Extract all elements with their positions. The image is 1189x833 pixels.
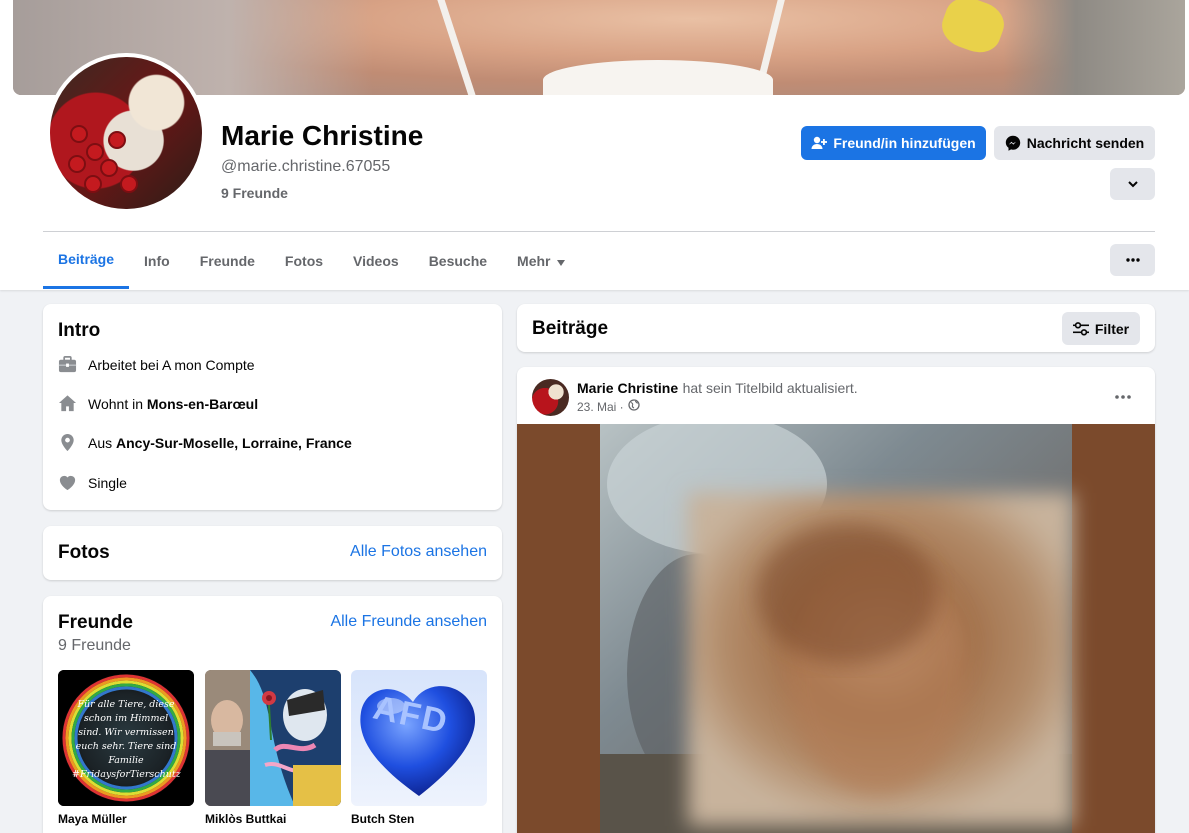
intro-card: Intro Arbeitet bei A mon Compte Wohnt in…: [43, 304, 502, 510]
intro-from: Aus Ancy-Sur-Moselle, Lorraine, France: [58, 433, 352, 452]
add-friend-icon: [811, 135, 828, 151]
friends-count: 9 Freunde: [58, 637, 131, 654]
post-author-avatar[interactable]: [532, 379, 569, 416]
friend-tile[interactable]: AFD Butch Sten: [351, 670, 487, 826]
tab-videos[interactable]: Videos: [338, 232, 414, 289]
tab-fotos[interactable]: Fotos: [270, 232, 338, 289]
intro-relationship: Single: [58, 473, 127, 492]
posts-header-card: Beiträge Filter: [517, 304, 1155, 352]
intro-relationship-text: Single: [88, 474, 127, 491]
post-header-line: Marie Christine hat sein Titelbild aktua…: [577, 380, 858, 398]
photos-title: Fotos: [58, 542, 110, 563]
filter-button[interactable]: Filter: [1062, 312, 1140, 345]
tab-info[interactable]: Info: [129, 232, 185, 289]
location-pin-icon: [58, 433, 77, 452]
intro-home: Wohnt in Mons-en-Barœul: [58, 394, 258, 413]
post-image[interactable]: [517, 424, 1155, 833]
briefcase-icon: [58, 355, 77, 374]
post-card: Marie Christine hat sein Titelbild aktua…: [517, 367, 1155, 833]
add-friend-button[interactable]: Freund/in hinzufügen: [801, 126, 986, 160]
profile-header: Marie Christine @marie.christine.67055 9…: [0, 0, 1189, 290]
profile-avatar[interactable]: [46, 53, 206, 213]
heart-icon: [58, 473, 77, 492]
filter-label: Filter: [1094, 320, 1130, 337]
friend-tile[interactable]: Für alle Tiere, diese schon im Himmel si…: [58, 670, 194, 826]
chevron-down-icon: [1127, 178, 1139, 190]
blue-heart-image: [351, 670, 487, 806]
tab-mehr[interactable]: Mehr: [502, 232, 579, 289]
profile-friends-count[interactable]: 9 Freunde: [221, 185, 288, 201]
friend-photo-caption: Für alle Tiere, diese schon im Himmel si…: [72, 699, 181, 780]
more-dots-icon: [1125, 258, 1140, 262]
tab-freunde[interactable]: Freunde: [185, 232, 270, 289]
painting-image: [205, 670, 341, 806]
friend-name[interactable]: Maya Müller: [58, 812, 194, 826]
cover-photo-image: [517, 424, 1155, 833]
tab-beitraege[interactable]: Beiträge: [43, 232, 130, 289]
caret-down-icon: [556, 253, 565, 269]
more-dots-icon: [1115, 386, 1131, 404]
send-message-label: Nachricht senden: [1026, 135, 1145, 151]
intro-home-prefix: Wohnt in: [88, 395, 147, 412]
friend-photo[interactable]: [205, 670, 341, 806]
post-author-name[interactable]: Marie Christine: [577, 380, 678, 396]
messenger-icon: [1005, 135, 1021, 151]
profile-handle: @marie.christine.67055: [221, 158, 391, 175]
profile-tabs: Beiträge Info Freunde Fotos Videos Besuc…: [43, 232, 580, 289]
friend-photo[interactable]: Für alle Tiere, diese schon im Himmel si…: [58, 670, 194, 806]
friend-name[interactable]: Butch Sten: [351, 812, 487, 826]
all-friends-link[interactable]: Alle Freunde ansehen: [330, 613, 487, 631]
post-meta: 23. Mai ·: [577, 399, 640, 414]
intro-title: Intro: [58, 320, 101, 341]
profile-options-dropdown-button[interactable]: [1110, 168, 1155, 200]
photos-card: Fotos Alle Fotos ansehen: [43, 526, 502, 580]
friend-tile[interactable]: Miklòs Buttkai: [205, 670, 341, 826]
post-date[interactable]: 23. Mai ·: [577, 400, 624, 414]
send-message-button[interactable]: Nachricht senden: [994, 126, 1155, 160]
home-icon: [58, 394, 77, 413]
cover-photo[interactable]: [13, 0, 1185, 95]
globe-icon: [628, 399, 640, 414]
intro-work: Arbeitet bei A mon Compte: [58, 355, 255, 374]
profile-name: Marie Christine: [221, 120, 424, 151]
intro-work-text: Arbeitet bei A mon Compte: [88, 356, 255, 373]
add-friend-label: Freund/in hinzufügen: [833, 135, 976, 151]
more-options-button[interactable]: [1110, 244, 1155, 276]
friend-photo[interactable]: AFD: [351, 670, 487, 806]
intro-from-location[interactable]: Ancy-Sur-Moselle, Lorraine, France: [116, 435, 352, 451]
intro-home-location[interactable]: Mons-en-Barœul: [147, 396, 258, 412]
post-options-button[interactable]: [1108, 385, 1138, 405]
tab-besuche[interactable]: Besuche: [414, 232, 502, 289]
post-action-text: hat sein Titelbild aktualisiert.: [682, 380, 858, 396]
all-photos-link[interactable]: Alle Fotos ansehen: [350, 543, 487, 561]
filter-sliders-icon: [1072, 321, 1089, 336]
friends-card: Freunde 9 Freunde Alle Freunde ansehen F…: [43, 596, 502, 833]
intro-from-prefix: Aus: [88, 434, 117, 451]
posts-title: Beiträge: [532, 318, 609, 339]
friend-name[interactable]: Miklòs Buttkai: [205, 812, 341, 826]
friends-title: Freunde: [58, 612, 133, 633]
